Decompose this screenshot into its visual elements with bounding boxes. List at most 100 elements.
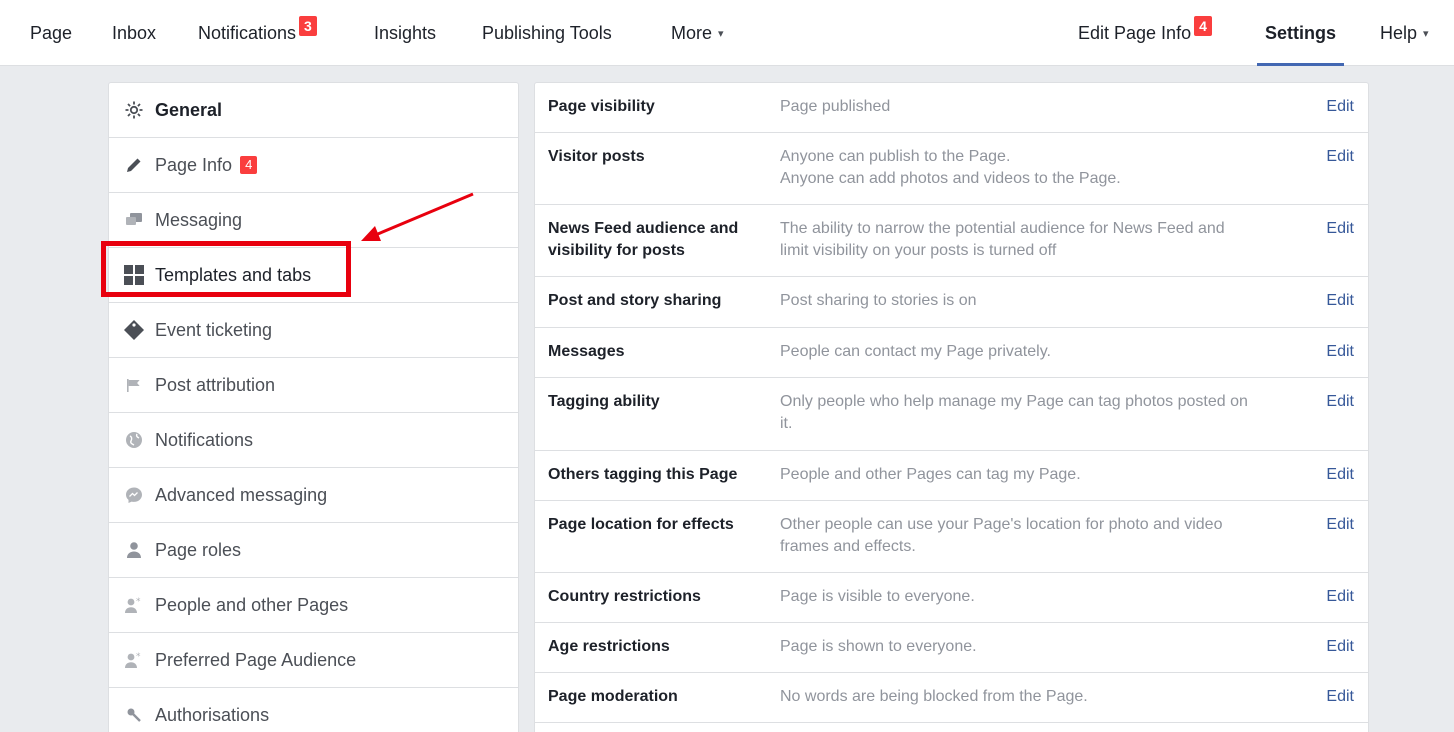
setting-label: Page moderation: [548, 688, 678, 705]
edit-link[interactable]: Edit: [1326, 290, 1354, 312]
settings-row-visitor-posts: Visitor posts Anyone can publish to the …: [535, 133, 1368, 205]
sidebar-item-label: Messaging: [155, 209, 243, 230]
edit-link[interactable]: Edit: [1326, 636, 1354, 658]
nav-tab-label: Page: [30, 23, 73, 43]
edit-link[interactable]: Edit: [1326, 586, 1354, 608]
nav-tab-label: Settings: [1265, 23, 1337, 43]
nav-tab-label: Publishing Tools: [482, 23, 612, 43]
edit-link[interactable]: Edit: [1326, 514, 1354, 536]
edit-link[interactable]: Edit: [1326, 218, 1354, 240]
setting-value: People and other Pages can tag my Page.: [780, 466, 1081, 483]
sidebar-item-advanced-messaging[interactable]: Advanced messaging: [109, 468, 518, 523]
setting-label: News Feed audience and visibility for pos…: [548, 220, 739, 259]
svg-text:*: *: [136, 597, 141, 607]
nav-tab-edit-page-info[interactable]: Edit Page Info 4: [1078, 0, 1212, 66]
globe-icon: [123, 429, 145, 451]
general-settings-panel: Page visibility Page published Edit Visi…: [534, 82, 1369, 732]
sidebar-item-label: Page roles: [155, 539, 242, 560]
caret-down-icon: ▾: [718, 28, 724, 40]
nav-tab-label: Inbox: [112, 23, 157, 43]
nav-tab-label: More: [671, 23, 713, 43]
sidebar-item-templates-and-tabs[interactable]: Templates and tabs: [109, 248, 518, 303]
settings-row-country-restrictions: Country restrictions Page is visible to …: [535, 573, 1368, 623]
sidebar-item-label: Authorisations: [155, 704, 270, 725]
nav-tab-label: Notifications: [198, 23, 297, 43]
settings-row-page-location-for-effects: Page location for effects Other people c…: [535, 501, 1368, 573]
notification-count-badge: 3: [299, 16, 317, 36]
settings-row-news-feed-audience: News Feed audience and visibility for pos…: [535, 205, 1368, 277]
setting-value: Page is visible to everyone.: [780, 588, 975, 605]
sidebar-item-notifications[interactable]: Notifications: [109, 413, 518, 468]
settings-sidebar: General Page Info 4 Messaging Templates …: [108, 82, 519, 732]
page-top-nav: Page Inbox Notifications 3 Insights Publi…: [0, 0, 1454, 66]
person-star-icon: *: [123, 649, 145, 671]
sidebar-item-page-info[interactable]: Page Info 4: [109, 138, 518, 193]
nav-tab-label: Help: [1380, 23, 1418, 43]
sidebar-item-general[interactable]: General: [109, 83, 518, 138]
nav-tab-settings[interactable]: Settings: [1256, 0, 1345, 66]
nav-tab-help[interactable]: Help ▾: [1380, 0, 1429, 66]
messenger-icon: [123, 484, 145, 506]
flag-icon: [123, 374, 145, 396]
settings-row-messages: Messages People can contact my Page priv…: [535, 328, 1368, 378]
sidebar-item-label: Post attribution: [155, 374, 276, 395]
setting-label: Messages: [548, 343, 625, 360]
settings-row-page-moderation: Page moderation No words are being block…: [535, 673, 1368, 723]
nav-tab-notifications[interactable]: Notifications 3: [198, 0, 317, 66]
caret-down-icon: ▾: [1423, 28, 1429, 40]
sidebar-item-messaging[interactable]: Messaging: [109, 193, 518, 248]
ticket-icon: [123, 319, 145, 341]
settings-row-others-tagging: Others tagging this Page People and othe…: [535, 451, 1368, 501]
person-star-icon: *: [123, 594, 145, 616]
setting-value: No words are being blocked from the Page…: [780, 688, 1088, 705]
sidebar-item-page-roles[interactable]: Page roles: [109, 523, 518, 578]
sidebar-item-people-and-other-pages[interactable]: * People and other Pages: [109, 578, 518, 633]
setting-label: Page visibility: [548, 98, 655, 115]
setting-value: Page published: [780, 98, 891, 115]
sidebar-item-authorisations[interactable]: Authorisations: [109, 688, 518, 732]
setting-label: Page location for effects: [548, 516, 734, 533]
sidebar-item-label: People and other Pages: [155, 594, 349, 615]
nav-tab-more[interactable]: More ▾: [671, 0, 724, 66]
nav-tab-insights[interactable]: Insights: [374, 0, 436, 66]
grid-icon: [123, 264, 145, 286]
settings-row-tagging-ability: Tagging ability Only people who help man…: [535, 378, 1368, 451]
sidebar-item-post-attribution[interactable]: Post attribution: [109, 358, 518, 413]
chat-bubbles-icon: [123, 209, 145, 231]
setting-label: Tagging ability: [548, 393, 660, 410]
setting-value: Page is shown to everyone.: [780, 638, 977, 655]
sidebar-item-label: Event ticketing: [155, 319, 273, 340]
edit-link[interactable]: Edit: [1326, 391, 1354, 413]
setting-value: Anyone can publish to the Page. Anyone ca…: [780, 148, 1121, 187]
nav-tab-label: Edit Page Info: [1078, 23, 1192, 43]
sidebar-item-label: Notifications: [155, 429, 254, 450]
edit-link[interactable]: Edit: [1326, 464, 1354, 486]
nav-tab-publishing-tools[interactable]: Publishing Tools: [482, 0, 612, 66]
edit-link[interactable]: Edit: [1326, 686, 1354, 708]
setting-value: Post sharing to stories is on: [780, 292, 977, 309]
sidebar-item-event-ticketing[interactable]: Event ticketing: [109, 303, 518, 358]
sidebar-item-label: Advanced messaging: [155, 484, 328, 505]
nav-tab-label: Insights: [374, 23, 437, 43]
page-info-count-badge: 4: [240, 156, 258, 174]
setting-label: Others tagging this Page: [548, 466, 738, 483]
sidebar-item-label: Page Info: [155, 154, 233, 175]
nav-tab-page[interactable]: Page: [30, 0, 72, 66]
key-icon: [123, 704, 145, 726]
edit-link[interactable]: Edit: [1326, 341, 1354, 363]
setting-value: People can contact my Page privately.: [780, 343, 1051, 360]
settings-row-page-visibility: Page visibility Page published Edit: [535, 83, 1368, 133]
setting-value: Only people who help manage my Page can …: [780, 393, 1248, 432]
setting-label: Visitor posts: [548, 148, 645, 165]
sidebar-item-label: General: [155, 99, 223, 120]
setting-label: Post and story sharing: [548, 292, 722, 309]
person-icon: [123, 539, 145, 561]
edit-link[interactable]: Edit: [1326, 96, 1354, 118]
nav-tab-inbox[interactable]: Inbox: [112, 0, 156, 66]
sidebar-item-preferred-page-audience[interactable]: * Preferred Page Audience: [109, 633, 518, 688]
edit-link[interactable]: Edit: [1326, 146, 1354, 168]
setting-value: Other people can use your Page's locatio…: [780, 516, 1223, 555]
edit-info-count-badge: 4: [1194, 16, 1212, 36]
sidebar-item-label: Preferred Page Audience: [155, 649, 357, 670]
pencil-icon: [123, 154, 145, 176]
